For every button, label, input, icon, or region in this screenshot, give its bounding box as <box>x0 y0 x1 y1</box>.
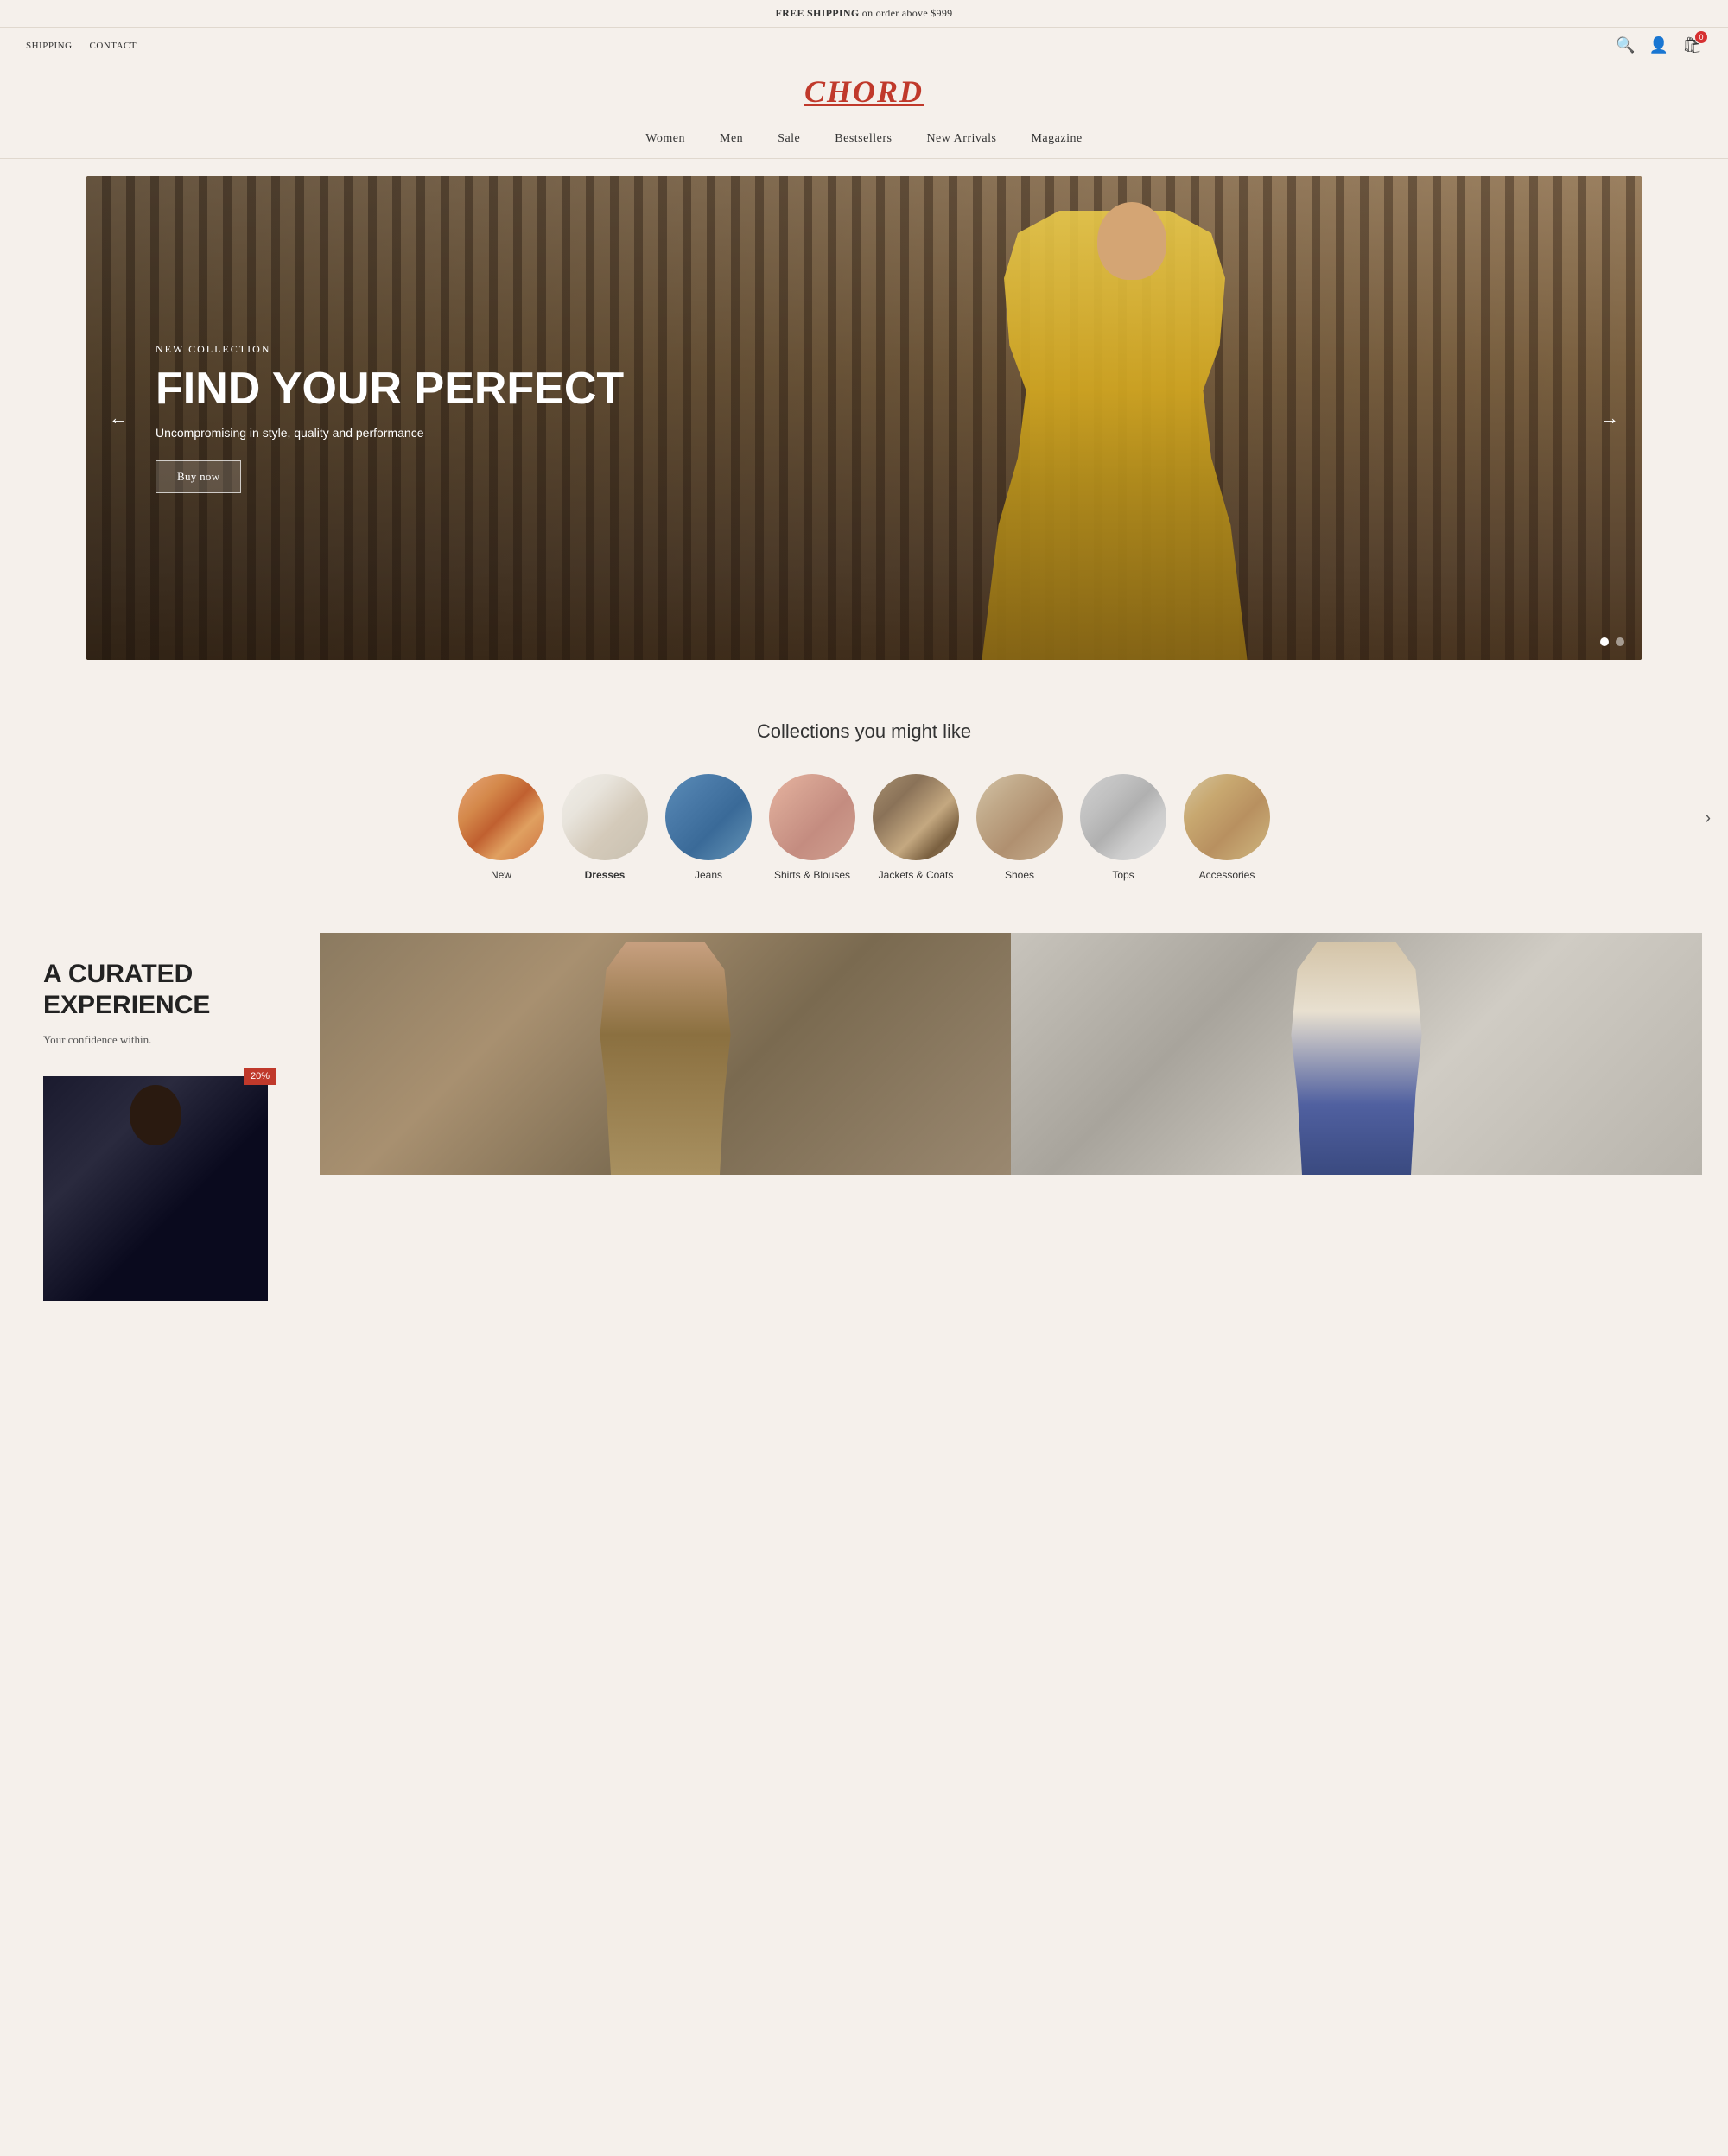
account-icon: 👤 <box>1649 36 1668 54</box>
hero-model-face <box>1097 202 1166 280</box>
curated-image-right <box>1011 933 1702 1175</box>
hero-slider: NEW COLLECTION FIND YOUR PERFECT Uncompr… <box>86 176 1642 660</box>
logo-bar: CHORD <box>0 63 1728 120</box>
curated-promo: 20% <box>43 1076 268 1301</box>
portrait-face <box>130 1085 181 1145</box>
announcement-bar: FREE SHIPPING on order above $999 <box>0 0 1728 28</box>
nav-new-arrivals[interactable]: New Arrivals <box>926 132 996 146</box>
collection-item-shirts[interactable]: Shirts & Blouses <box>769 774 855 881</box>
promo-badge: 20% <box>244 1068 276 1085</box>
collections-next-button[interactable]: › <box>1705 808 1711 828</box>
collection-circle-accessories <box>1184 774 1270 860</box>
hero-content: NEW COLLECTION FIND YOUR PERFECT Uncompr… <box>86 343 693 493</box>
curated-section: A CURATED EXPERIENCE Your confidence wit… <box>0 916 1728 1331</box>
slider-dot-1[interactable] <box>1600 637 1609 646</box>
collections-section: Collections you might like New Dresses J… <box>0 677 1728 916</box>
curated-model-mid <box>588 942 743 1175</box>
collection-label-dresses: Dresses <box>585 869 626 881</box>
curated-image-middle <box>320 933 1011 1175</box>
curated-heading: A CURATED EXPERIENCE <box>43 959 302 1021</box>
utility-nav: SHIPPING CONTACT 🔍 👤 🛍 0 <box>0 28 1728 63</box>
hero-description: Uncompromising in style, quality and per… <box>156 426 624 440</box>
collection-item-dresses[interactable]: Dresses <box>562 774 648 881</box>
collection-circle-tops <box>1080 774 1166 860</box>
nav-women[interactable]: Women <box>645 132 685 146</box>
curated-portrait <box>43 1076 268 1301</box>
slider-dot-2[interactable] <box>1616 637 1624 646</box>
collection-circle-dresses <box>562 774 648 860</box>
collection-item-accessories[interactable]: Accessories <box>1184 774 1270 881</box>
slider-next-button[interactable]: → <box>1591 398 1628 438</box>
collection-item-jackets[interactable]: Jackets & Coats <box>873 774 959 881</box>
collection-circle-jackets <box>873 774 959 860</box>
hero-subtitle: NEW COLLECTION <box>156 343 624 356</box>
collection-item-shoes[interactable]: Shoes <box>976 774 1063 881</box>
hero-title: FIND YOUR PERFECT <box>156 365 624 414</box>
nav-bestsellers[interactable]: Bestsellers <box>835 132 892 146</box>
collection-circle-shirts <box>769 774 855 860</box>
collection-item-tops[interactable]: Tops <box>1080 774 1166 881</box>
slider-prev-button[interactable]: ← <box>100 398 137 438</box>
collections-title: Collections you might like <box>26 720 1702 743</box>
collection-label-jeans: Jeans <box>695 869 722 881</box>
collection-label-tops: Tops <box>1112 869 1134 881</box>
cart-button[interactable]: 🛍 0 <box>1682 36 1702 54</box>
collection-item-new[interactable]: New <box>458 774 544 881</box>
slider-dots <box>1600 637 1624 646</box>
collection-label-shoes: Shoes <box>1005 869 1034 881</box>
cart-badge: 0 <box>1695 31 1707 43</box>
site-logo[interactable]: CHORD <box>804 74 924 109</box>
contact-link[interactable]: CONTACT <box>90 41 137 51</box>
collection-label-shirts: Shirts & Blouses <box>774 869 850 881</box>
search-button[interactable]: 🔍 <box>1616 36 1635 54</box>
search-icon: 🔍 <box>1616 36 1635 54</box>
collection-circle-shoes <box>976 774 1063 860</box>
collection-item-jeans[interactable]: Jeans <box>665 774 752 881</box>
curated-description: Your confidence within. <box>43 1033 302 1047</box>
collection-label-accessories: Accessories <box>1199 869 1255 881</box>
nav-magazine[interactable]: Magazine <box>1031 132 1082 146</box>
utility-left-links: SHIPPING CONTACT <box>26 41 137 51</box>
collection-circle-new <box>458 774 544 860</box>
curated-text-panel: A CURATED EXPERIENCE Your confidence wit… <box>26 933 320 1331</box>
shipping-link[interactable]: SHIPPING <box>26 41 73 51</box>
announcement-text: on order above $999 <box>859 7 952 19</box>
main-navigation: Women Men Sale Bestsellers New Arrivals … <box>0 120 1728 159</box>
nav-men[interactable]: Men <box>720 132 743 146</box>
collection-label-new: New <box>491 869 511 881</box>
collection-circle-jeans <box>665 774 752 860</box>
utility-right-icons: 🔍 👤 🛍 0 <box>1616 36 1702 54</box>
hero-buy-button[interactable]: Buy now <box>156 460 241 493</box>
account-button[interactable]: 👤 <box>1649 36 1668 54</box>
curated-model-right <box>1279 942 1434 1175</box>
collections-row: New Dresses Jeans Shirts & Blouses Jacke… <box>26 774 1702 881</box>
hero-image: NEW COLLECTION FIND YOUR PERFECT Uncompr… <box>86 176 1642 660</box>
collection-label-jackets: Jackets & Coats <box>879 869 954 881</box>
announcement-bold: FREE SHIPPING <box>776 7 860 19</box>
nav-sale[interactable]: Sale <box>778 132 800 146</box>
